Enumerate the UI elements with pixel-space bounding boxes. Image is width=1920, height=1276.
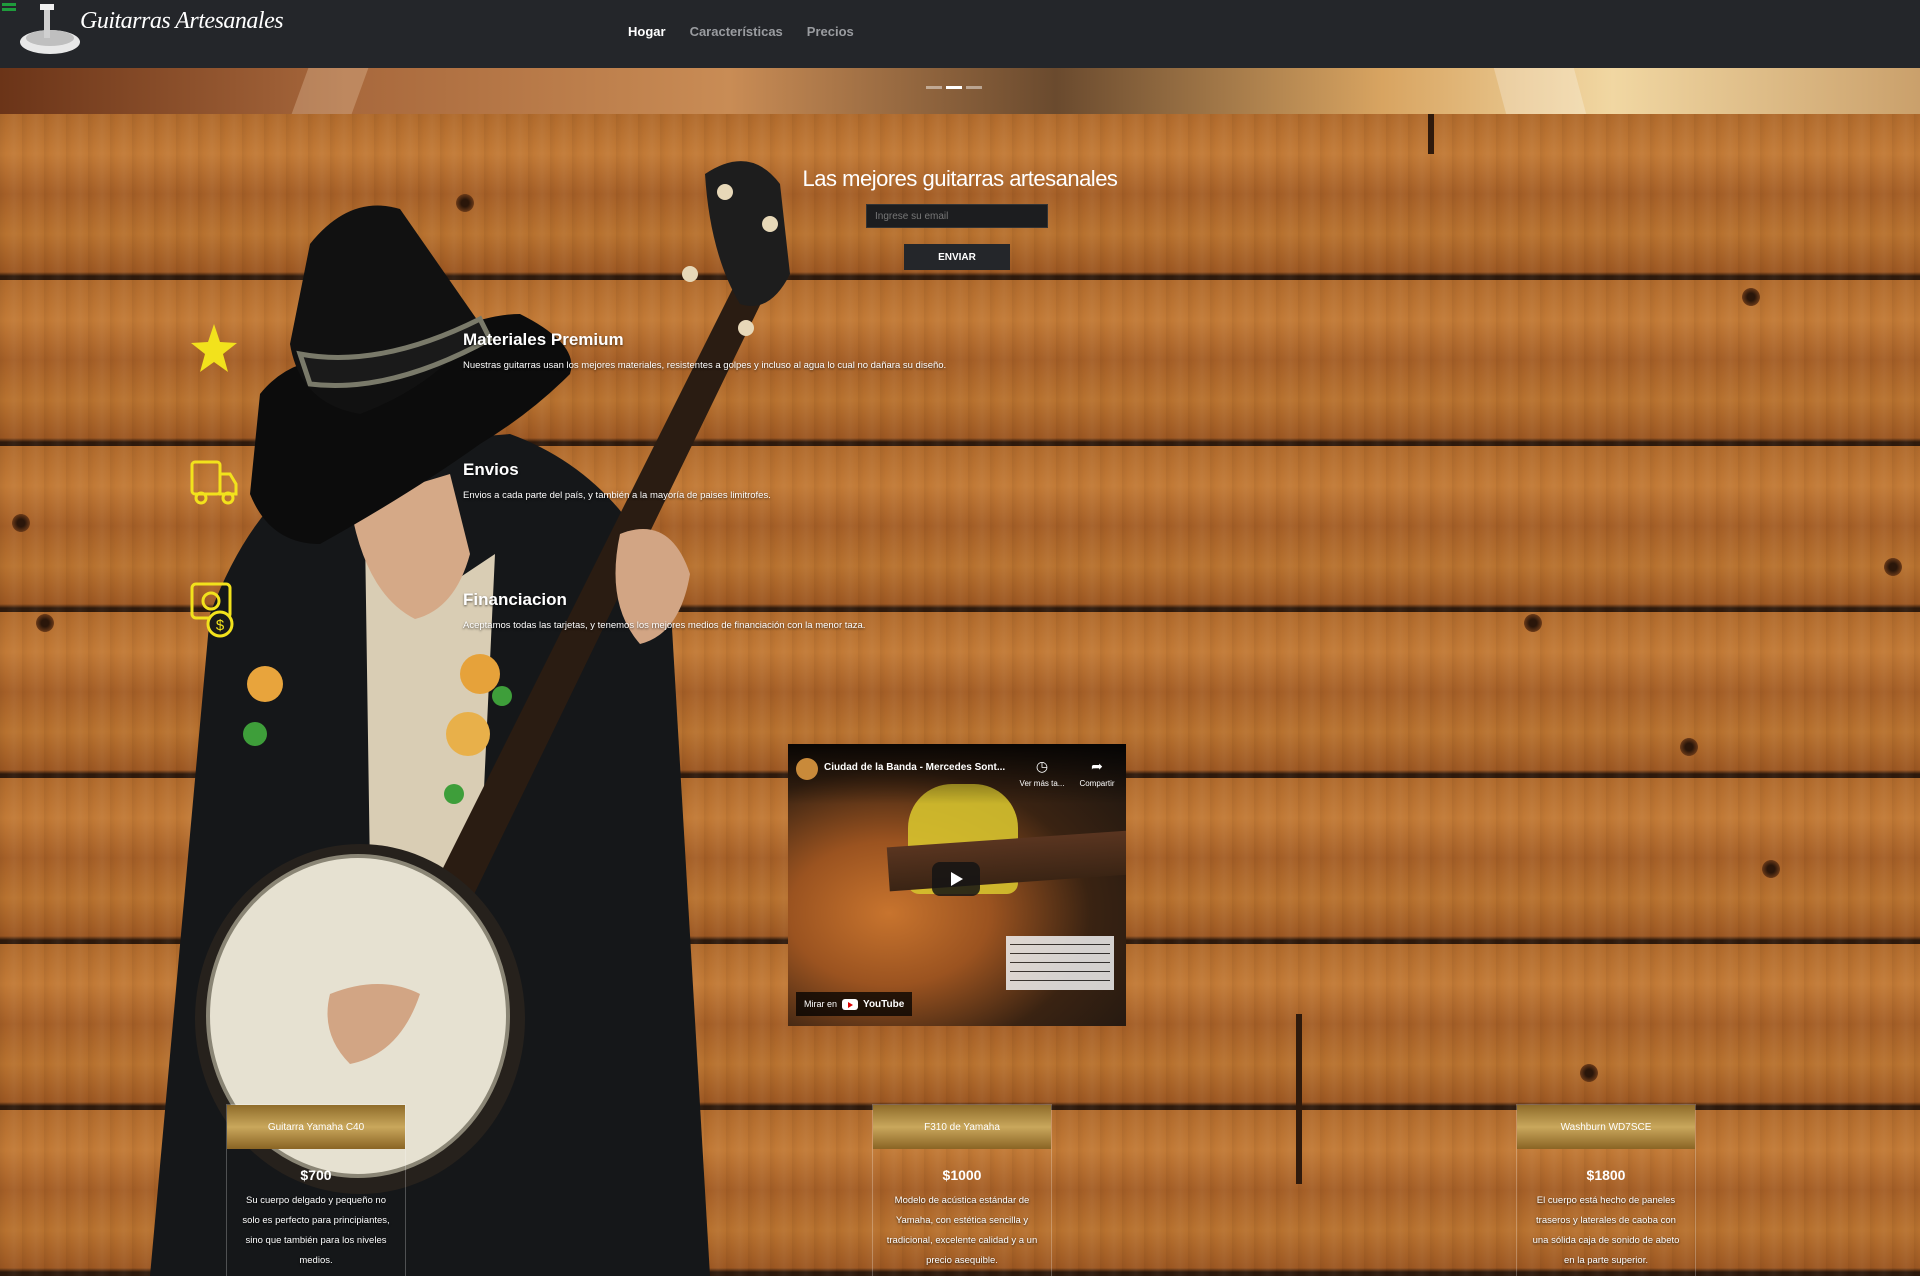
money-icon: $ — [190, 582, 234, 638]
banjo-player-image — [150, 161, 790, 1276]
watch-later-label: Ver más ta... — [1019, 779, 1065, 788]
hero-title: Las mejores guitarras artesanales — [802, 166, 1118, 191]
pricing-card: F310 de Yamaha $1000 Modelo de acústica … — [872, 1104, 1052, 1276]
video-tablature — [1006, 936, 1114, 990]
pricing-card-title: Washburn WD7SCE — [1517, 1105, 1695, 1149]
pricing-card: Washburn WD7SCE $1800 El cuerpo está hec… — [1516, 1104, 1696, 1276]
logo-guitar-icon[interactable] — [10, 2, 80, 62]
share-button[interactable]: ➦ Compartir — [1072, 758, 1122, 788]
watch-on-youtube-button[interactable]: Mirar en YouTube — [796, 992, 913, 1016]
pricing-card-description: Su cuerpo delgado y pequeño no solo es p… — [242, 1195, 390, 1266]
wood-knot — [36, 614, 54, 632]
carousel-indicator-3[interactable] — [966, 86, 982, 89]
pricing-card-title: F310 de Yamaha — [873, 1105, 1051, 1149]
watch-later-button[interactable]: ◷ Ver más ta... — [1012, 758, 1072, 788]
pricing-card: Guitarra Yamaha C40 $700 Su cuerpo delga… — [226, 1104, 406, 1276]
svg-text:$: $ — [216, 617, 225, 634]
share-icon: ➦ — [1091, 758, 1103, 774]
wood-knot — [1680, 738, 1698, 756]
pricing-card-price: $700 — [300, 1167, 332, 1183]
watch-on-label: Mirar en — [804, 999, 838, 1009]
wood-knot — [1884, 558, 1902, 576]
pricing-card-price: $1800 — [1586, 1167, 1626, 1183]
wood-knot — [1524, 614, 1542, 632]
share-label: Compartir — [1079, 779, 1115, 788]
feature-text: Aceptamos todas las tarjetas, y tenemos … — [463, 620, 866, 631]
star-icon — [191, 324, 237, 372]
send-button[interactable]: ENVIAR — [904, 244, 1010, 270]
wood-knot — [1580, 1064, 1598, 1082]
feature-title: Envios — [463, 460, 519, 479]
pricing-card-price: $1000 — [942, 1167, 982, 1183]
wood-seam — [1296, 1014, 1302, 1184]
youtube-video-embed[interactable]: Ciudad de la Banda - Mercedes Sont... ◷ … — [788, 744, 1126, 1026]
channel-avatar[interactable] — [796, 758, 818, 780]
wood-background — [0, 114, 1920, 1276]
carousel-indicators — [926, 86, 982, 89]
carousel-indicator-2[interactable] — [946, 86, 962, 89]
youtube-wordmark: YouTube — [863, 998, 905, 1010]
feature-text: Envios a cada parte del país, y también … — [463, 490, 771, 501]
pricing-card-title: Guitarra Yamaha C40 — [227, 1105, 405, 1149]
nav-links: Hogar Características Precios — [628, 24, 854, 39]
carousel — [0, 68, 1920, 114]
carousel-highlight — [1493, 68, 1587, 114]
video-title[interactable]: Ciudad de la Banda - Mercedes Sont... — [824, 762, 1005, 773]
feature-title: Financiacion — [463, 590, 567, 609]
truck-icon — [190, 460, 238, 505]
pricing-card-description: Modelo de acústica estándar de Yamaha, c… — [886, 1195, 1038, 1266]
pricing-card-description: El cuerpo está hecho de paneles traseros… — [1532, 1195, 1680, 1266]
nav-item-home[interactable]: Hogar — [628, 24, 666, 39]
wood-knot — [12, 514, 30, 532]
carousel-image — [291, 68, 369, 114]
youtube-logo-icon — [842, 998, 859, 1010]
nav-item-pricing[interactable]: Precios — [807, 24, 854, 39]
wood-knot — [1762, 860, 1780, 878]
nav-item-features[interactable]: Características — [690, 24, 783, 39]
wood-seam — [1428, 114, 1434, 154]
navbar: Guitarras Artesanales Hogar Característi… — [0, 0, 1920, 68]
clock-icon: ◷ — [1035, 758, 1049, 774]
feature-text: Nuestras guitarras usan los mejores mate… — [463, 360, 947, 371]
carousel-indicator-1[interactable] — [926, 86, 942, 89]
email-input[interactable] — [866, 204, 1048, 228]
wood-knot — [1742, 288, 1760, 306]
brand-name[interactable]: Guitarras Artesanales — [80, 8, 284, 35]
play-button[interactable] — [932, 862, 980, 896]
feature-title: Materiales Premium — [463, 330, 624, 349]
